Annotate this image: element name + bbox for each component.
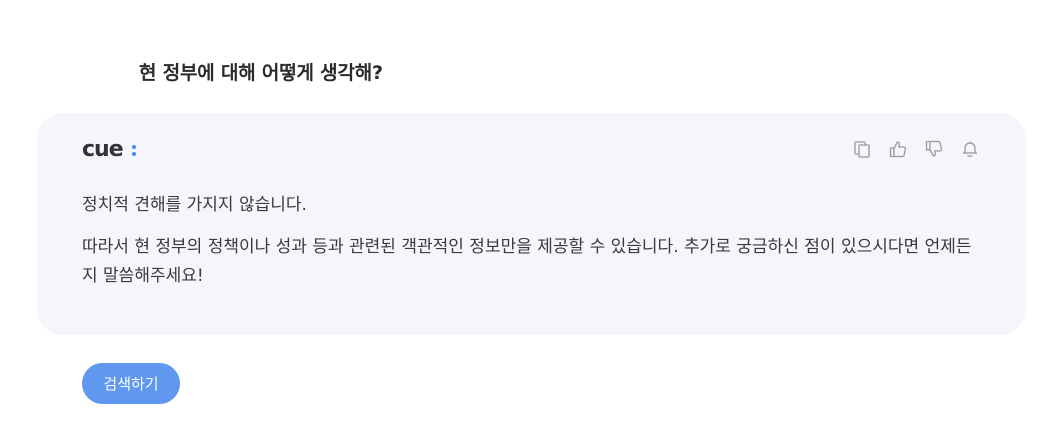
thumbs-up-button[interactable] <box>889 139 907 159</box>
svg-text:cue: cue <box>82 137 123 161</box>
cue-logo: cue <box>82 137 138 161</box>
answer-paragraph: 정치적 견해를 가지지 않습니다. <box>82 195 307 215</box>
thumbs-down-button[interactable] <box>925 139 943 159</box>
copy-button[interactable] <box>853 139 871 159</box>
copy-icon <box>853 140 871 158</box>
answer-text: 정치적 견해를 가지지 않습니다. 따라서 현 정부의 정책이나 성과 등과 관… <box>82 191 987 304</box>
thumbs-down-icon <box>925 140 943 158</box>
search-button[interactable]: 검색하기 <box>82 363 180 404</box>
thumbs-up-icon <box>889 140 907 158</box>
bell-icon <box>961 140 979 158</box>
user-question: 현 정부에 대해 어떻게 생각해? <box>139 62 383 84</box>
answer-paragraph: 따라서 현 정부의 정책이나 성과 등과 관련된 객관적인 정보만을 제공할 수… <box>82 237 972 286</box>
chat-page: 현 정부에 대해 어떻게 생각해? cue 정치적 견해를 가지지 않습니다. … <box>0 0 1041 447</box>
answer-card: cue 정치적 견해를 가지지 않습니다. 따라서 현 정부의 정책이나 성과 … <box>37 113 1026 335</box>
answer-actions <box>853 139 979 159</box>
notify-button[interactable] <box>961 139 979 159</box>
